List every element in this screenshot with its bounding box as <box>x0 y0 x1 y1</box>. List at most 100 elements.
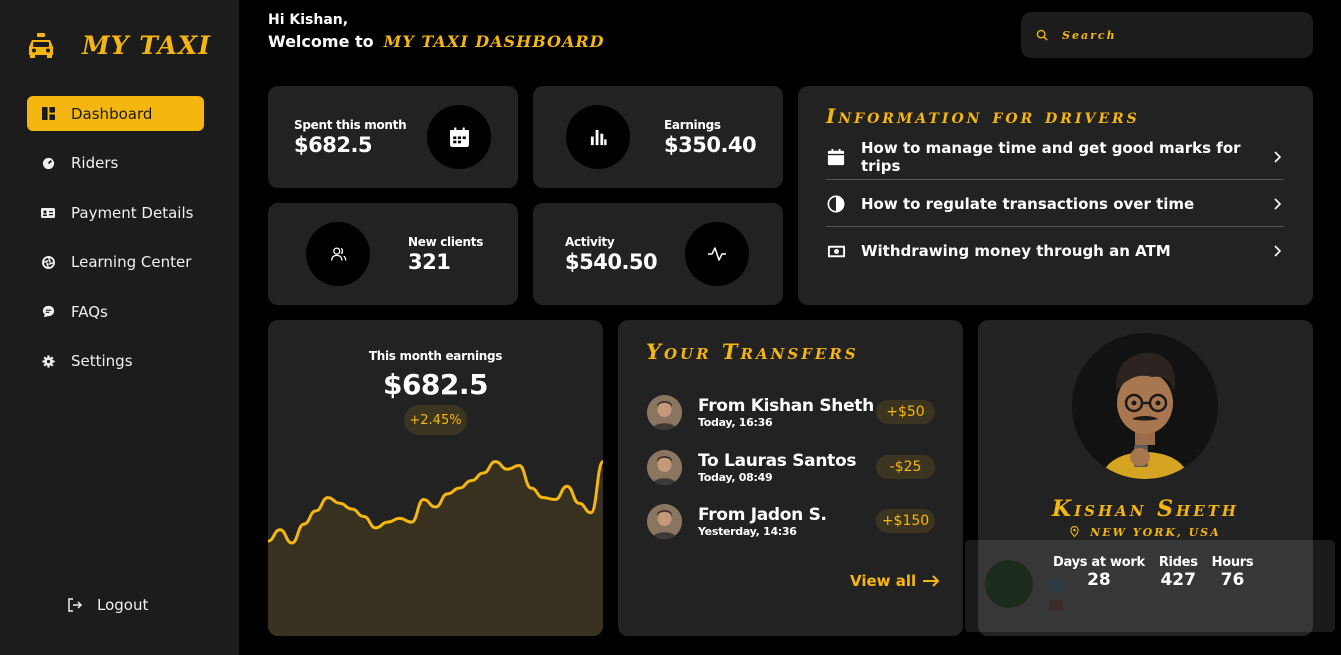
stat-text: Earnings $350.40 <box>664 117 757 157</box>
avatar <box>1072 333 1218 479</box>
stat-card-activity: Activity $540.50 <box>533 203 783 305</box>
sidebar-item-learning-center[interactable]: Learning Center <box>27 245 204 280</box>
stat-card-new-clients: New clients 321 <box>268 203 518 305</box>
sidebar-item-label: Riders <box>71 154 119 173</box>
transfer-name: To Lauras Santos <box>698 450 857 471</box>
profile-stat: Hours 76 <box>1212 555 1254 590</box>
gear-icon <box>41 354 55 368</box>
search-icon <box>1036 29 1048 41</box>
transfer-name: From Kishan Sheth <box>698 395 874 416</box>
stat-label: New clients <box>408 234 484 249</box>
avatar <box>647 503 682 539</box>
info-item[interactable]: Withdrawing money through an ATM <box>826 228 1284 274</box>
profile-stats: Days at work 28 Rides 427 Hours 76 <box>1053 555 1267 590</box>
taxi-icon <box>29 33 53 58</box>
arrow-right-icon <box>923 575 940 587</box>
calendar-icon <box>449 127 469 147</box>
transfer-text: From Jadon S. Yesterday, 14:36 <box>698 505 876 538</box>
chevron-right-icon <box>1274 245 1282 257</box>
greeting-hi: Hi Kishan, <box>268 12 349 28</box>
brand[interactable]: MY TAXI <box>26 30 211 60</box>
info-item[interactable]: How to regulate transactions over time <box>826 181 1284 227</box>
stat-label: Earnings <box>664 117 721 132</box>
info-item-label: How to manage time and get good marks fo… <box>861 138 1241 175</box>
stat-text: Activity $540.50 <box>565 235 685 274</box>
sidebar-item-label: Learning Center <box>71 253 192 272</box>
stat-text: Spent this month $682.5 <box>294 118 427 157</box>
logout-label: Logout <box>97 596 149 614</box>
transfer-row[interactable]: From Kishan Sheth Today, 16:36 +$50 <box>647 392 935 432</box>
profile-location: New York, USA <box>978 526 1313 539</box>
profile-stat-value: 76 <box>1220 570 1245 590</box>
sidebar-item-label: FAQs <box>71 302 108 321</box>
chevron-right-icon <box>1274 197 1282 210</box>
transfer-text: From Kishan Sheth Today, 16:36 <box>698 396 876 429</box>
transfer-amount: -$25 <box>876 455 935 479</box>
search-input[interactable] <box>1062 28 1282 42</box>
profile-stat: Days at work 28 <box>1053 555 1145 590</box>
location-pin-icon <box>1070 526 1079 538</box>
info-title: Information for drivers <box>826 104 1140 128</box>
sidebar-item-riders[interactable]: Riders <box>27 146 204 181</box>
earnings-label: This month earnings <box>368 349 503 363</box>
contrast-icon <box>826 194 846 214</box>
earnings-change-badge: +2.45% <box>404 405 467 435</box>
sidebar-item-label: Dashboard <box>71 104 153 123</box>
stat-card-earnings: Earnings $350.40 <box>533 86 783 188</box>
chevron-right-icon <box>1274 150 1282 163</box>
sidebar-item-label: Payment Details <box>71 203 194 222</box>
profile-location-text: New York, USA <box>1090 526 1221 539</box>
earnings-area-chart <box>268 460 603 636</box>
logout-button[interactable]: Logout <box>67 596 148 614</box>
transfer-name: From Jadon S. <box>698 504 827 525</box>
sidebar-item-settings[interactable]: Settings <box>27 344 204 379</box>
stat-icon-circle <box>685 222 749 286</box>
sidebar-item-payment-details[interactable]: Payment Details <box>27 195 204 230</box>
id-card-icon <box>41 206 55 220</box>
transfer-text: To Lauras Santos Today, 08:49 <box>698 451 876 484</box>
view-all-label: View all <box>850 572 917 590</box>
transfer-row[interactable]: From Jadon S. Yesterday, 14:36 +$150 <box>647 501 935 541</box>
sidebar-item-faqs[interactable]: FAQs <box>27 294 204 329</box>
sidebar-item-dashboard[interactable]: Dashboard <box>27 96 204 131</box>
earnings-area-fill <box>268 461 603 636</box>
stat-text: New clients 321 <box>408 235 483 274</box>
logout-icon <box>67 597 83 613</box>
welcome-line: Welcome to MY TAXI DASHBOARD <box>268 32 605 51</box>
transfer-time: Today, 08:49 <box>698 470 773 484</box>
earnings-value: $682.5 <box>382 368 489 401</box>
pulse-icon <box>708 247 726 261</box>
search-bar[interactable] <box>1021 12 1313 58</box>
overlay-app-icon <box>985 560 1033 608</box>
view-all-link[interactable]: View all <box>850 572 940 590</box>
stat-icon-circle <box>306 222 370 286</box>
dashboard-name: MY TAXI DASHBOARD <box>383 32 605 51</box>
stat-label: Spent this month <box>294 117 407 132</box>
transfer-row[interactable]: To Lauras Santos Today, 08:49 -$25 <box>647 447 935 487</box>
avatar <box>647 449 682 485</box>
stat-value: 321 <box>408 249 451 274</box>
profile-stat-value: 28 <box>1087 570 1111 590</box>
info-item-label: Withdrawing money through an ATM <box>861 242 1171 260</box>
transfer-amount: +$150 <box>876 509 935 533</box>
profile-name: Kishan Sheth <box>1052 496 1239 522</box>
transfers-card: Your Transfers From Kishan Sheth Today, … <box>618 320 963 636</box>
info-item-label: How to regulate transactions over time <box>861 194 1195 213</box>
calendar-icon <box>826 147 846 167</box>
chat-icon <box>41 305 55 319</box>
transfers-title: Your Transfers <box>646 339 859 364</box>
brand-name: MY TAXI <box>82 30 211 60</box>
info-card: Information for drivers How to manage ti… <box>798 86 1313 305</box>
earnings-chart-card: This month earnings $682.5 +2.45% <box>268 320 603 636</box>
transfer-amount: +$50 <box>876 400 935 424</box>
stat-icon-circle <box>427 105 491 169</box>
sidebar-item-label: Settings <box>71 352 133 371</box>
profile-stat-label: Hours <box>1211 555 1254 570</box>
stat-value: $350.40 <box>664 132 757 157</box>
profile-stat-label: Rides <box>1158 555 1198 570</box>
transfer-time: Yesterday, 14:36 <box>698 524 797 538</box>
info-item[interactable]: How to manage time and get good marks fo… <box>826 134 1284 180</box>
users-icon <box>330 246 346 260</box>
dashboard-icon <box>41 107 55 121</box>
stat-icon-circle <box>566 105 630 169</box>
